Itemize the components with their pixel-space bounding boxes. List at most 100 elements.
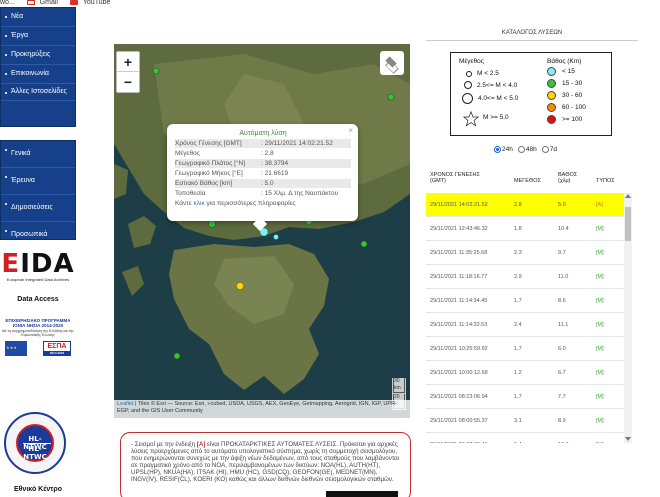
popup-rows: Χρόνος Γένεσης [GMT] : 29/11/2021 14:02:2… [175,139,351,199]
cell-type[interactable]: [M] [596,322,604,328]
popup-row-key: Γεωγραφικό Μήκος [°E] [175,170,243,177]
table-row[interactable]: 29/11/2021 11:18:16.77 2.9 11.0 [M] [426,265,624,289]
eida-logo[interactable]: EIDA European Integrated Data Archives [0,251,76,282]
leaflet-link[interactable]: Leaflet [117,401,134,407]
scroll-thumb[interactable] [625,207,631,241]
cell-depth: 10.4 [558,226,569,232]
cell-type[interactable]: [A] [596,202,603,208]
radio-period-1[interactable] [517,146,525,153]
cell-depth: 7.7 [558,394,566,400]
cell-type[interactable]: [M] [596,346,604,352]
cell-type[interactable]: [M] [596,250,604,256]
legend-box: Μέγεθος Βάθος (Km) M < 2.5 2.5<= M < 4.0… [450,52,612,136]
cell-mag: 2.8 [514,202,522,208]
table-row[interactable]: 29/11/2021 10:25:59.92 1.7 6.0 [M] [426,337,624,361]
cell-depth: 8.9 [558,418,566,424]
data-access-label[interactable]: Data Access [0,296,76,303]
sidebar-item-research[interactable]: Έρευνα [1,168,75,195]
legend-mag-row: M < 2.5 [466,70,499,77]
espa-title: ΕΠΙΧΕΙΡΗΣΙΑΚΟ ΠΡΟΓΡΑΜΜΑ ΙΟΝΙΑ ΝΗΣΙΑ 2014… [5,318,71,328]
attribution-text: | Tiles © Esri — Source: Esri, i-cubed, … [117,401,397,414]
popup-row: Μέγεθος: 2.8 [175,149,351,159]
earthquake-map[interactable] [114,44,410,418]
hl-ntwc-seal-logo[interactable]: HL-NTWC HL-NTWC [4,412,66,474]
table-row[interactable]: 29/11/2021 11:14:34.45 1.7 8.6 [M] [426,289,624,313]
popup-row-value: : 2.8 [261,150,274,157]
cell-type[interactable]: [M] [596,418,604,424]
cell-time: 29/11/2021 11:14:34.45 [430,298,488,304]
cell-type[interactable]: [M] [596,274,604,280]
layers-icon[interactable] [380,51,404,75]
cell-mag: 1.2 [514,370,522,376]
legend-depth-label: 15 - 30 [562,80,583,87]
table-row[interactable]: 29/11/2021 06:37:26.49 1.4 10.6 [M] [426,433,624,443]
sidebar-item-personnel[interactable]: Προσωπικά [1,222,75,248]
close-icon[interactable]: × [348,126,353,135]
depth-color-dot-icon [547,67,556,76]
cell-type[interactable]: [M] [596,370,604,376]
cell-mag: 1.8 [514,226,522,232]
cell-time: 29/11/2021 08:00:55.37 [430,418,488,424]
sidebar-item-news[interactable]: Νέα [1,8,75,27]
scroll-up-icon[interactable] [625,194,631,198]
sidebar-item-projects[interactable]: Έργα [1,27,75,46]
catalog-title: ΚΑΤΑΛΟΓΟΣ ΛΥΣΕΩΝ [501,30,563,36]
cell-time: 29/11/2021 06:37:26.49 [430,442,488,443]
sidebar-item-contact[interactable]: Επικοινωνία [1,65,75,84]
popup-row: Τοποθεσία: 15 Χλμ. Δ της Ναυπάκτου [175,189,351,199]
table-row[interactable]: 29/11/2021 11:35:25.68 2.3 9.7 [M] [426,241,624,265]
espa-banner[interactable]: ΕΠΙΧΕΙΡΗΣΙΑΚΟ ΠΡΟΓΡΑΜΜΑ ΙΟΝΙΑ ΝΗΣΙΑ 2014… [2,318,74,376]
bookmark-partial[interactable]: wo... [0,0,15,6]
espa-logo: ΕΣΠΑ 2014-2020 [43,341,71,356]
sidebar-item-announcements[interactable]: Προκηρύξεις [1,46,75,65]
cell-type[interactable]: [M] [596,298,604,304]
scroll-down-icon[interactable] [625,437,631,441]
notice-overlay-bar [326,491,398,497]
table-row[interactable]: 29/11/2021 10:00:12.68 1.2 6.7 [M] [426,361,624,385]
popup-row-value: : 5.0 [261,180,274,187]
sidebar-item-general[interactable]: Γενικά [1,141,75,168]
cell-time: 29/11/2021 11:14:32.53 [430,322,488,328]
popup-more-link[interactable]: κλικ [194,200,205,207]
table-row[interactable]: 29/11/2021 11:14:32.53 2.4 11.1 [M] [426,313,624,337]
bookmark-youtube[interactable]: YouTube [83,0,111,6]
radio-period-label: 24h [502,146,513,153]
period-selector: 24h 48h 7d [494,146,562,153]
cell-time: 29/11/2021 14:02:21.52 [430,202,488,208]
table-row[interactable]: 29/11/2021 14:02:21.52 2.8 5.0 [A] [426,193,624,217]
radio-period-0[interactable] [494,146,501,153]
cell-mag: 2.3 [514,250,522,256]
zoom-in-button[interactable]: + [117,52,139,72]
cell-mag: 1.7 [514,346,522,352]
legend-depth-row: 60 - 100 [547,103,586,112]
bookmark-gmail[interactable]: Gmail [40,0,58,6]
legend-depth-label: 30 - 60 [562,92,583,99]
cell-mag: 2.9 [514,274,522,280]
cell-type[interactable]: [M] [596,394,604,400]
notice-text: είναι ΠΡΟΚΑΤΑΡΚΤΙΚΕΣ ΑΥΤΟΜΑΤΕΣ ΛΥΣΕΙΣ. Π… [131,441,400,483]
circle-icon [464,81,472,89]
sidebar-item-publications[interactable]: Δημοσιεύσεις [1,195,75,222]
popup-row-value: : 29/11/2021 14:02:21.52 [261,140,333,147]
national-center-label: Εθνικό Κέντρο [13,486,63,493]
cell-time: 29/11/2021 12:43:46.32 [430,226,488,232]
cell-type[interactable]: [M] [596,226,604,232]
zoom-out-button[interactable]: − [117,72,139,92]
star-icon [463,111,479,127]
depth-color-dot-icon [547,79,556,88]
table-row[interactable]: 29/11/2021 08:00:55.37 3.1 8.9 [M] [426,409,624,433]
notice-box: - Σεισμοί με την ένδειξη [A] είναι ΠΡΟΚΑ… [120,432,411,497]
sidebar-item-other-sites[interactable]: Άλλες Ιστοσελίδες [1,84,75,101]
earthquake-table[interactable]: 29/11/2021 14:02:21.52 2.8 5.0 [A] 29/11/202… [426,193,624,443]
popup-row-key: Χρόνος Γένεσης [GMT] [175,140,242,147]
map-terrain [114,44,410,418]
radio-period-2[interactable] [541,146,549,153]
cell-type[interactable]: [M] [596,442,604,443]
table-scrollbar[interactable] [624,193,632,443]
eida-subtitle: European Integrated Data Archives [6,277,70,282]
legend-depth-row: 30 - 60 [547,91,582,100]
cell-time: 29/11/2021 10:00:12.68 [430,370,488,376]
table-row[interactable]: 29/11/2021 08:23:06.94 1.7 7.7 [M] [426,385,624,409]
cell-depth: 6.0 [558,346,566,352]
table-row[interactable]: 29/11/2021 12:43:46.32 1.8 10.4 [M] [426,217,624,241]
